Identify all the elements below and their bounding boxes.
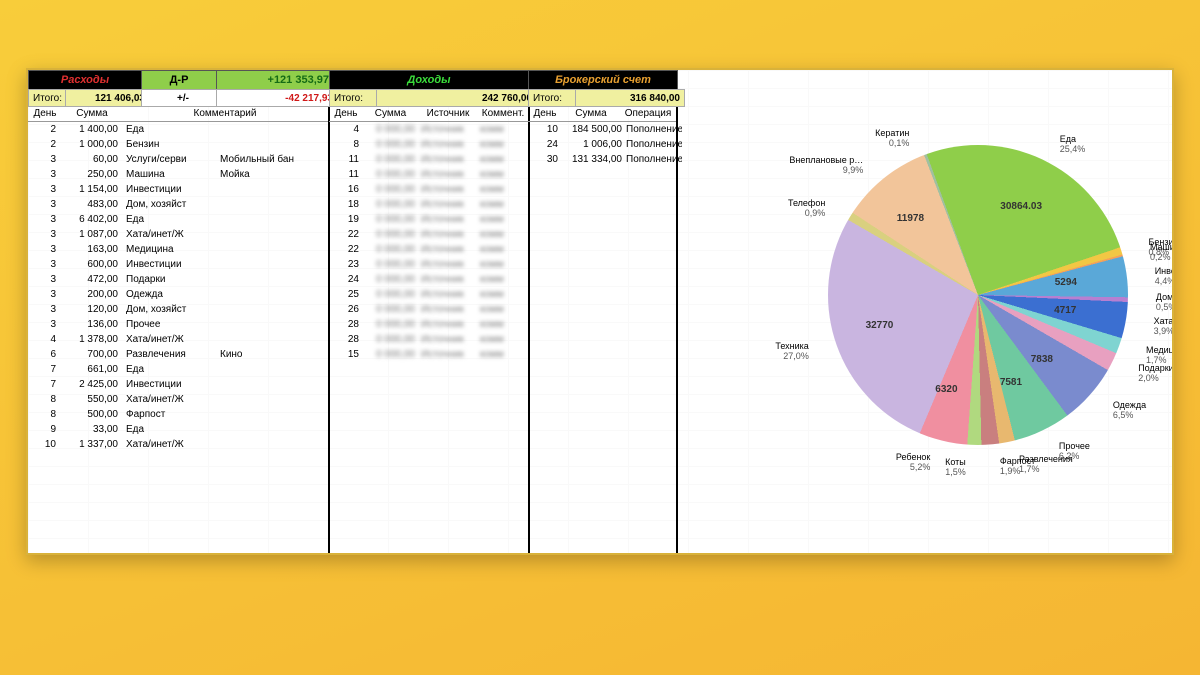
table-row[interactable]: 40 000,00Источниккомм: [329, 122, 527, 137]
spreadsheet-frame: Расходы Д-Р +121 353,97 Доходы Брокерски…: [26, 68, 1174, 555]
pie-chart: Еда25,4%30864.03Бензин0,8%Машина0,2%Инве…: [708, 105, 1158, 525]
broker-total: 316 840,00: [575, 89, 685, 107]
col-source: Источник: [418, 106, 478, 122]
pie-label: Подарки2,0%: [1138, 363, 1174, 383]
table-row[interactable]: 72 425,00Инвестиции: [28, 377, 328, 392]
col-sum: Сумма: [62, 106, 122, 122]
table-row[interactable]: 3600,00Инвестиции: [28, 257, 328, 272]
table-row[interactable]: 3136,00Прочее: [28, 317, 328, 332]
col-sum: Сумма: [562, 106, 620, 122]
table-row[interactable]: 30131 334,00Пополнение: [528, 152, 676, 167]
table-row[interactable]: 241 006,00Пополнение: [528, 137, 676, 152]
pie-label: Еда25,4%: [1060, 134, 1086, 154]
income-total: 242 760,00: [376, 89, 537, 107]
table-row[interactable]: 6700,00РазвлеченияКино: [28, 347, 328, 362]
income-table[interactable]: 40 000,00Источниккомм80 000,00Источникко…: [329, 122, 527, 362]
header-diff: Д-Р: [141, 70, 217, 90]
table-row[interactable]: 3250,00МашинаМойка: [28, 167, 328, 182]
pie-label: Ребенок5,2%: [840, 452, 930, 472]
table-row[interactable]: 3200,00Одежда: [28, 287, 328, 302]
table-row[interactable]: 41 378,00Хата/инет/Ж: [28, 332, 328, 347]
table-row[interactable]: 180 000,00Источниккомм: [329, 197, 527, 212]
pie-value: 7838: [1031, 354, 1053, 365]
col-comment: Коммент.: [478, 106, 528, 122]
pie-label: Одежда6,5%: [1113, 400, 1146, 420]
table-row[interactable]: 230 000,00Источниккомм: [329, 257, 527, 272]
col-comment: Комментарий: [122, 106, 328, 122]
pm-value: -42 217,93: [216, 89, 340, 107]
table-row[interactable]: 10184 500,00Пополнение: [528, 122, 676, 137]
col-sum: Сумма: [363, 106, 418, 122]
table-row[interactable]: 220 000,00Источниккомм: [329, 242, 527, 257]
col-day: День: [28, 106, 62, 122]
table-row[interactable]: 3483,00Дом, хозяйст: [28, 197, 328, 212]
pie-label: Телефон0,9%: [735, 198, 825, 218]
pie-value: 30864.03: [1000, 201, 1042, 212]
table-row[interactable]: 250 000,00Источниккомм: [329, 287, 527, 302]
pie-label: Медицина1,7%: [1146, 345, 1174, 365]
pie-value: 11978: [897, 213, 924, 224]
table-row[interactable]: 260 000,00Источниккомм: [329, 302, 527, 317]
table-row[interactable]: 36 402,00Еда: [28, 212, 328, 227]
table-row[interactable]: 21 000,00Бензин: [28, 137, 328, 152]
pie-value: 5294: [1055, 277, 1077, 288]
table-row[interactable]: 7661,00Еда: [28, 362, 328, 377]
col-day: День: [528, 106, 562, 122]
pm-label: +/-: [141, 89, 225, 107]
table-row[interactable]: 360,00Услуги/сервиМобильный бан: [28, 152, 328, 167]
table-row[interactable]: 280 000,00Источниккомм: [329, 317, 527, 332]
table-row[interactable]: 190 000,00Источниккомм: [329, 212, 527, 227]
table-row[interactable]: 31 087,00Хата/инет/Ж: [28, 227, 328, 242]
table-row[interactable]: 31 154,00Инвестиции: [28, 182, 328, 197]
pie-value: 32770: [866, 320, 894, 331]
header-broker: Брокерский счет: [528, 70, 678, 90]
pie-label: Техника27,0%: [719, 341, 809, 361]
expenses-table[interactable]: 21 400,00Еда21 000,00Бензин360,00Услуги/…: [28, 122, 328, 452]
table-row[interactable]: 3120,00Дом, хозяйст: [28, 302, 328, 317]
pie-label: Фарпост1,9%: [1000, 456, 1035, 476]
pie-label: Инвестиции4,4%: [1155, 266, 1174, 286]
pie-value: 4717: [1054, 305, 1076, 316]
header-expenses: Расходы: [28, 70, 142, 90]
pie-label: Машина0,2%: [1150, 242, 1174, 262]
pie-value: 7581: [1000, 377, 1022, 388]
table-row[interactable]: 80 000,00Источниккомм: [329, 137, 527, 152]
table-row[interactable]: 8500,00Фарпост: [28, 407, 328, 422]
table-row[interactable]: 240 000,00Источниккомм: [329, 272, 527, 287]
table-row[interactable]: 110 000,00Источниккомм: [329, 152, 527, 167]
pie-value: 6320: [935, 384, 957, 395]
col-day: День: [329, 106, 363, 122]
table-row[interactable]: 8550,00Хата/инет/Ж: [28, 392, 328, 407]
table-row[interactable]: 933,00Еда: [28, 422, 328, 437]
pie-label: Дом, хозяйство0,5%: [1156, 292, 1174, 312]
table-row[interactable]: 150 000,00Источниккомм: [329, 347, 527, 362]
pie-label: Хата/инет/ЖКХ3,9%: [1154, 316, 1174, 336]
expenses-total: 121 406,03: [65, 89, 150, 107]
broker-table[interactable]: 10184 500,00Пополнение241 006,00Пополнен…: [528, 122, 676, 167]
table-row[interactable]: 220 000,00Источниккомм: [329, 227, 527, 242]
table-row[interactable]: 280 000,00Источниккомм: [329, 332, 527, 347]
col-op: Операция: [620, 106, 676, 122]
pie-label: Кератин0,1%: [819, 128, 909, 148]
table-row[interactable]: 160 000,00Источниккомм: [329, 182, 527, 197]
table-row[interactable]: 3163,00Медицина: [28, 242, 328, 257]
pie-label: Внеплановые р…9,9%: [773, 155, 863, 175]
header-income: Доходы: [329, 70, 529, 90]
table-row[interactable]: 3472,00Подарки: [28, 272, 328, 287]
header-diff-value: +121 353,97: [216, 70, 336, 90]
table-row[interactable]: 110 000,00Источниккомм: [329, 167, 527, 182]
table-row[interactable]: 101 337,00Хата/инет/Ж: [28, 437, 328, 452]
table-row[interactable]: 21 400,00Еда: [28, 122, 328, 137]
